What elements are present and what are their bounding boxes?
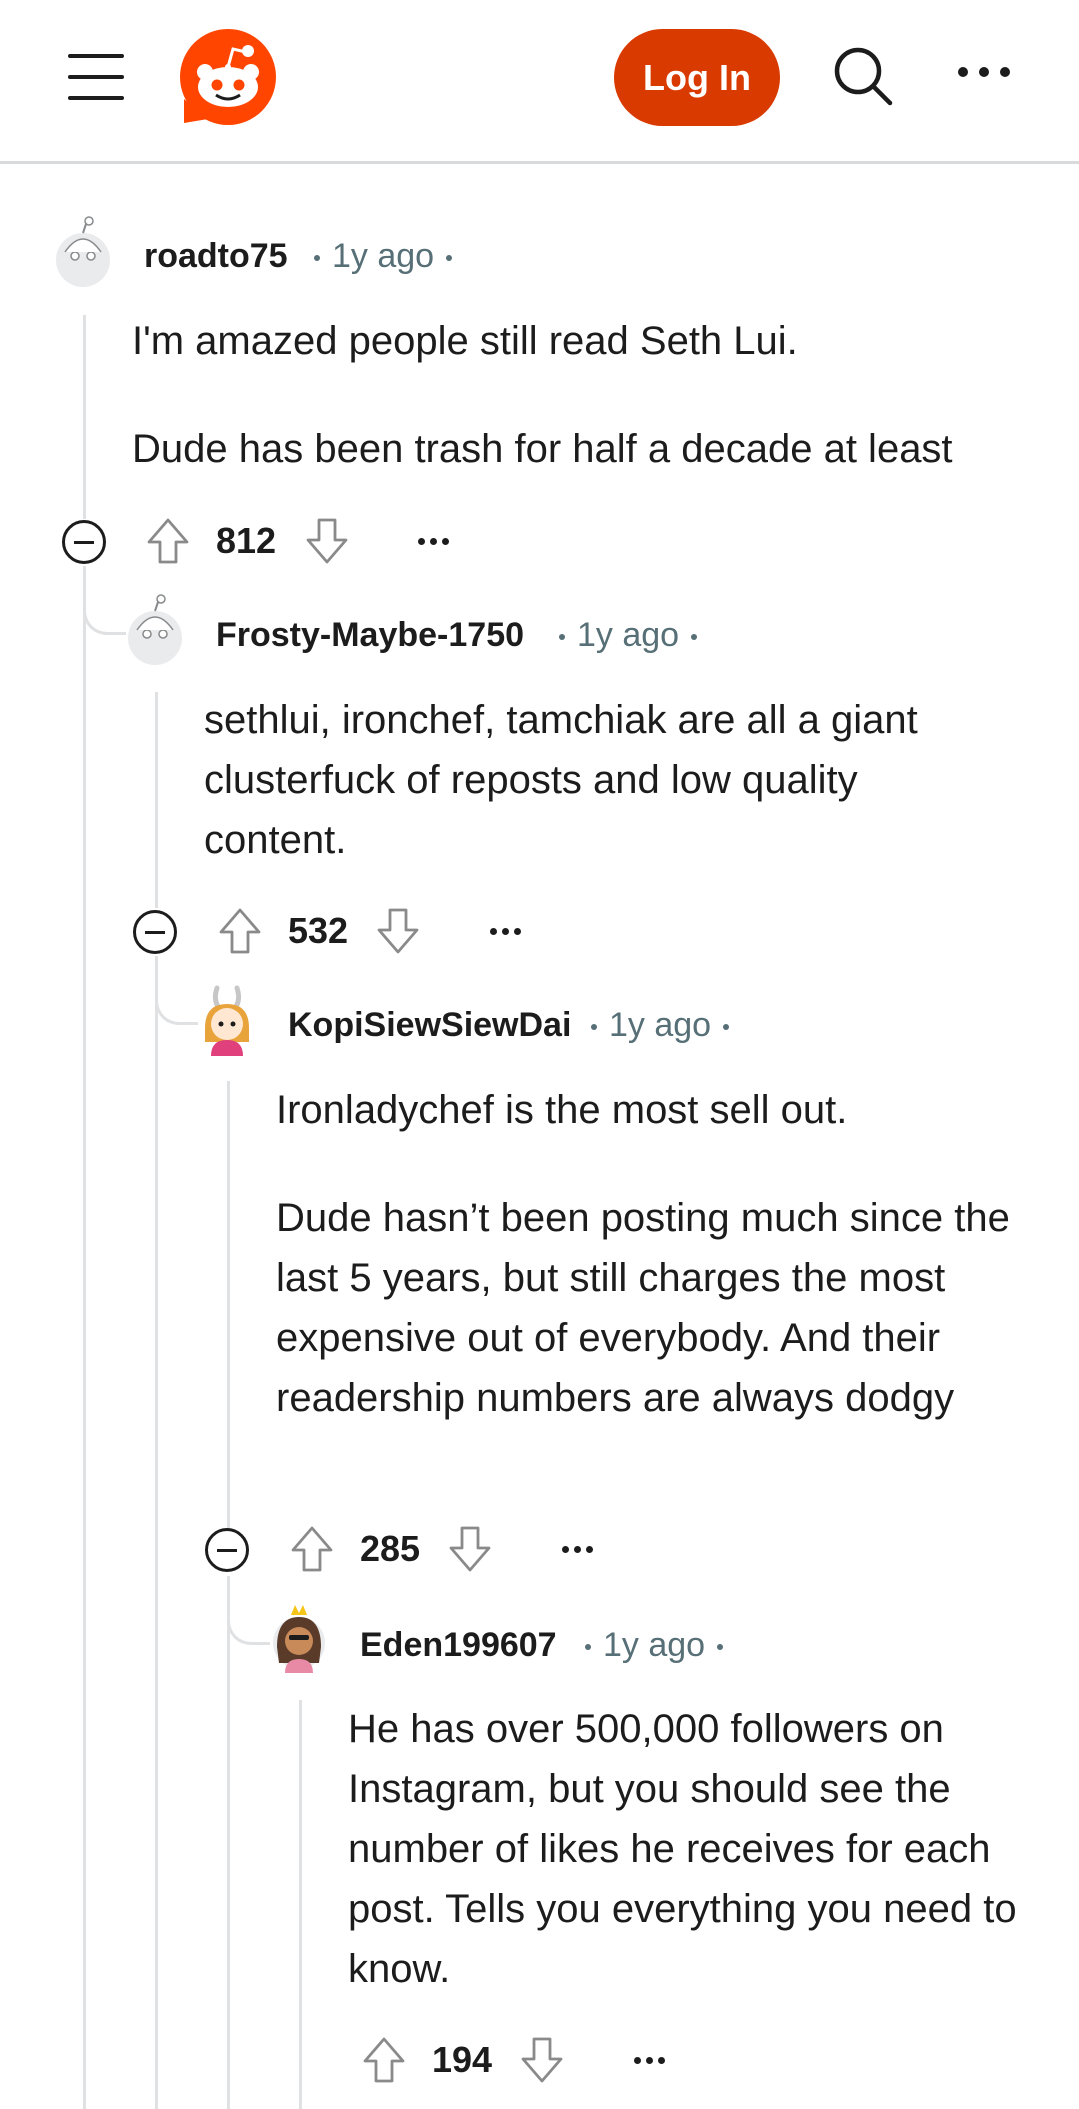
comment-paragraph: Dude has been trash for half a decade at… — [132, 427, 953, 471]
upvote-icon[interactable] — [360, 2034, 408, 2086]
downvote-icon[interactable] — [446, 1523, 494, 1575]
vote-score: 194 — [432, 2039, 493, 2080]
vote-score: 532 — [288, 910, 349, 951]
thread-line[interactable] — [83, 566, 86, 2109]
comment-timestamp: 1y ago — [573, 1626, 735, 1665]
comment-body: He has over 500,000 followers on Instagr… — [348, 1699, 1038, 1999]
vote-score: 812 — [216, 520, 277, 561]
thread-connector — [155, 956, 198, 1025]
collapse-thread-button[interactable] — [133, 910, 177, 954]
avatar[interactable] — [197, 984, 257, 1056]
comment-paragraph: sethlui, ironchef, tamchiak are all a gi… — [204, 698, 918, 862]
search-icon[interactable] — [832, 45, 894, 107]
thread-connector — [83, 566, 126, 635]
comment-options-icon[interactable] — [562, 1544, 596, 1554]
top-bar: Log In — [0, 0, 1079, 164]
comment-paragraph: I'm amazed people still read Seth Lui. — [132, 319, 798, 363]
thread-line[interactable] — [155, 692, 158, 908]
reddit-logo[interactable] — [178, 27, 278, 127]
comment-body: I'm amazed people still read Seth Lui. D… — [132, 311, 1032, 479]
thread-line[interactable] — [155, 956, 158, 2109]
comment-author[interactable]: KopiSiewSiewDai — [288, 1006, 571, 1045]
thread-line[interactable] — [227, 1081, 230, 1530]
thread-connector — [227, 1576, 270, 1645]
downvote-icon[interactable] — [518, 2034, 566, 2086]
avatar[interactable] — [53, 216, 113, 288]
collapse-thread-button[interactable] — [205, 1528, 249, 1572]
thread-line[interactable] — [83, 315, 86, 519]
menu-icon[interactable] — [68, 54, 124, 100]
comment-timestamp: 1y ago — [302, 237, 464, 276]
comment-options-icon[interactable] — [634, 2055, 668, 2065]
upvote-icon[interactable] — [144, 515, 192, 567]
comment-author[interactable]: Eden199607 — [360, 1626, 557, 1665]
upvote-icon[interactable] — [288, 1523, 336, 1575]
comment-options-icon[interactable] — [490, 926, 524, 936]
comment-paragraph: He has over 500,000 followers on Instagr… — [348, 1707, 1017, 1991]
downvote-icon[interactable] — [303, 515, 351, 567]
thread-line[interactable] — [227, 1576, 230, 2109]
collapse-thread-button[interactable] — [62, 520, 106, 564]
downvote-icon[interactable] — [374, 905, 422, 957]
comment-author[interactable]: Frosty-Maybe-1750 — [216, 616, 524, 655]
comment-paragraph: Ironladychef is the most sell out. — [276, 1088, 848, 1132]
avatar[interactable] — [269, 1601, 329, 1673]
comment-options-icon[interactable] — [418, 536, 452, 546]
comment-body: Ironladychef is the most sell out. Dude … — [276, 1080, 1016, 1428]
comment-body: sethlui, ironchef, tamchiak are all a gi… — [204, 690, 1004, 870]
comment-author[interactable]: roadto75 — [144, 237, 288, 276]
upvote-icon[interactable] — [216, 905, 264, 957]
comment-paragraph: Dude hasn’t been posting much since the … — [276, 1196, 1010, 1420]
comment-timestamp: 1y ago — [547, 616, 709, 655]
login-button[interactable]: Log In — [614, 29, 780, 126]
avatar[interactable] — [125, 594, 185, 666]
comment-timestamp: 1y ago — [579, 1006, 741, 1045]
thread-line[interactable] — [299, 1700, 302, 2109]
more-icon[interactable] — [958, 64, 1010, 80]
vote-score: 285 — [360, 1528, 421, 1569]
